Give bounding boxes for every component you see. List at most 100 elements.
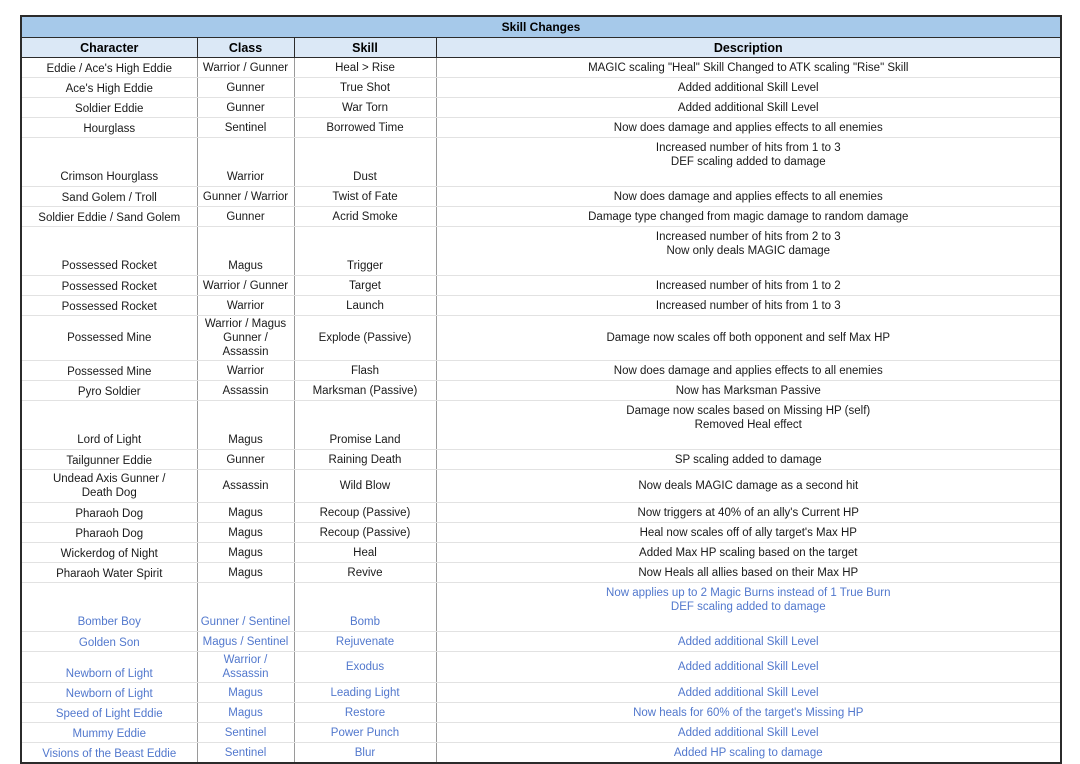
cell-skill[interactable]: Explode (Passive) (294, 316, 436, 361)
cell-skill[interactable]: Acrid Smoke (294, 207, 436, 227)
cell-description[interactable]: Added additional Skill Level (436, 98, 1061, 118)
cell-skill[interactable]: Recoup (Passive) (294, 503, 436, 523)
cell-class[interactable]: Magus (197, 523, 294, 543)
cell-class[interactable]: Magus (197, 227, 294, 276)
cell-skill[interactable]: Promise Land (294, 401, 436, 450)
cell-character[interactable]: Eddie / Ace's High Eddie (21, 58, 197, 78)
cell-class[interactable]: Magus / Sentinel (197, 632, 294, 652)
cell-character[interactable]: Possessed Rocket (21, 227, 197, 276)
cell-skill[interactable]: Launch (294, 296, 436, 316)
cell-description[interactable]: Heal now scales off of ally target's Max… (436, 523, 1061, 543)
cell-character[interactable]: Possessed Mine (21, 316, 197, 361)
cell-class[interactable]: Sentinel (197, 723, 294, 743)
cell-class[interactable]: Warrior (197, 361, 294, 381)
cell-class[interactable]: Magus (197, 563, 294, 583)
cell-character[interactable]: Tailgunner Eddie (21, 450, 197, 470)
cell-description[interactable]: Increased number of hits from 1 to 3 DEF… (436, 138, 1061, 187)
cell-description[interactable]: SP scaling added to damage (436, 450, 1061, 470)
cell-class[interactable]: Warrior / Gunner (197, 276, 294, 296)
cell-class[interactable]: Magus (197, 503, 294, 523)
cell-character[interactable]: Hourglass (21, 118, 197, 138)
cell-description[interactable]: Now heals for 60% of the target's Missin… (436, 703, 1061, 723)
cell-skill[interactable]: Marksman (Passive) (294, 381, 436, 401)
cell-description[interactable]: Damage now scales based on Missing HP (s… (436, 401, 1061, 450)
cell-description[interactable]: Now has Marksman Passive (436, 381, 1061, 401)
cell-skill[interactable]: Leading Light (294, 683, 436, 703)
cell-skill[interactable]: True Shot (294, 78, 436, 98)
cell-character[interactable]: Pyro Soldier (21, 381, 197, 401)
cell-description[interactable]: Increased number of hits from 1 to 3 (436, 296, 1061, 316)
cell-class[interactable]: Gunner (197, 98, 294, 118)
cell-skill[interactable]: War Torn (294, 98, 436, 118)
cell-description[interactable]: Now Heals all allies based on their Max … (436, 563, 1061, 583)
cell-character[interactable]: Possessed Rocket (21, 276, 197, 296)
cell-skill[interactable]: Raining Death (294, 450, 436, 470)
cell-skill[interactable]: Revive (294, 563, 436, 583)
cell-description[interactable]: Now does damage and applies effects to a… (436, 118, 1061, 138)
cell-skill[interactable]: Heal > Rise (294, 58, 436, 78)
cell-description[interactable]: Damage now scales off both opponent and … (436, 316, 1061, 361)
cell-skill[interactable]: Exodus (294, 652, 436, 683)
cell-character[interactable]: Soldier Eddie / Sand Golem (21, 207, 197, 227)
cell-class[interactable]: Gunner (197, 450, 294, 470)
cell-class[interactable]: Sentinel (197, 118, 294, 138)
cell-skill[interactable]: Trigger (294, 227, 436, 276)
column-header-description[interactable]: Description (436, 38, 1061, 58)
cell-character[interactable]: Speed of Light Eddie (21, 703, 197, 723)
cell-character[interactable]: Visions of the Beast Eddie (21, 743, 197, 764)
cell-description[interactable]: MAGIC scaling "Heal" Skill Changed to AT… (436, 58, 1061, 78)
cell-class[interactable]: Magus (197, 401, 294, 450)
column-header-class[interactable]: Class (197, 38, 294, 58)
cell-skill[interactable]: Recoup (Passive) (294, 523, 436, 543)
cell-description[interactable]: Now triggers at 40% of an ally's Current… (436, 503, 1061, 523)
cell-skill[interactable]: Heal (294, 543, 436, 563)
cell-description[interactable]: Now applies up to 2 Magic Burns instead … (436, 583, 1061, 632)
cell-class[interactable]: Warrior (197, 296, 294, 316)
cell-class[interactable]: Warrior (197, 138, 294, 187)
cell-character[interactable]: Newborn of Light (21, 652, 197, 683)
cell-character[interactable]: Wickerdog of Night (21, 543, 197, 563)
cell-skill[interactable]: Flash (294, 361, 436, 381)
cell-character[interactable]: Pharaoh Dog (21, 503, 197, 523)
cell-character[interactable]: Crimson Hourglass (21, 138, 197, 187)
cell-description[interactable]: Added additional Skill Level (436, 723, 1061, 743)
cell-class[interactable]: Gunner / Warrior (197, 187, 294, 207)
cell-character[interactable]: Soldier Eddie (21, 98, 197, 118)
cell-class[interactable]: Assassin (197, 381, 294, 401)
cell-description[interactable]: Added additional Skill Level (436, 683, 1061, 703)
cell-class[interactable]: Gunner (197, 207, 294, 227)
cell-description[interactable]: Added HP scaling to damage (436, 743, 1061, 764)
cell-description[interactable]: Now deals MAGIC damage as a second hit (436, 470, 1061, 503)
cell-character[interactable]: Undead Axis Gunner / Death Dog (21, 470, 197, 503)
cell-class[interactable]: Warrior / Magus Gunner / Assassin (197, 316, 294, 361)
cell-skill[interactable]: Rejuvenate (294, 632, 436, 652)
cell-description[interactable]: Now does damage and applies effects to a… (436, 361, 1061, 381)
cell-skill[interactable]: Twist of Fate (294, 187, 436, 207)
cell-description[interactable]: Now does damage and applies effects to a… (436, 187, 1061, 207)
column-header-character[interactable]: Character (21, 38, 197, 58)
cell-skill[interactable]: Power Punch (294, 723, 436, 743)
cell-class[interactable]: Warrior / Assassin (197, 652, 294, 683)
cell-class[interactable]: Assassin (197, 470, 294, 503)
cell-character[interactable]: Possessed Rocket (21, 296, 197, 316)
cell-character[interactable]: Sand Golem / Troll (21, 187, 197, 207)
cell-character[interactable]: Lord of Light (21, 401, 197, 450)
cell-character[interactable]: Bomber Boy (21, 583, 197, 632)
cell-description[interactable]: Added additional Skill Level (436, 78, 1061, 98)
cell-class[interactable]: Magus (197, 703, 294, 723)
cell-skill[interactable]: Restore (294, 703, 436, 723)
cell-description[interactable]: Increased number of hits from 2 to 3 Now… (436, 227, 1061, 276)
cell-description[interactable]: Added Max HP scaling based on the target (436, 543, 1061, 563)
cell-class[interactable]: Magus (197, 683, 294, 703)
cell-skill[interactable]: Borrowed Time (294, 118, 436, 138)
cell-class[interactable]: Gunner / Sentinel (197, 583, 294, 632)
cell-character[interactable]: Possessed Mine (21, 361, 197, 381)
cell-description[interactable]: Added additional Skill Level (436, 632, 1061, 652)
cell-skill[interactable]: Target (294, 276, 436, 296)
cell-class[interactable]: Sentinel (197, 743, 294, 764)
cell-description[interactable]: Damage type changed from magic damage to… (436, 207, 1061, 227)
cell-class[interactable]: Gunner (197, 78, 294, 98)
cell-character[interactable]: Golden Son (21, 632, 197, 652)
cell-description[interactable]: Added additional Skill Level (436, 652, 1061, 683)
cell-skill[interactable]: Dust (294, 138, 436, 187)
